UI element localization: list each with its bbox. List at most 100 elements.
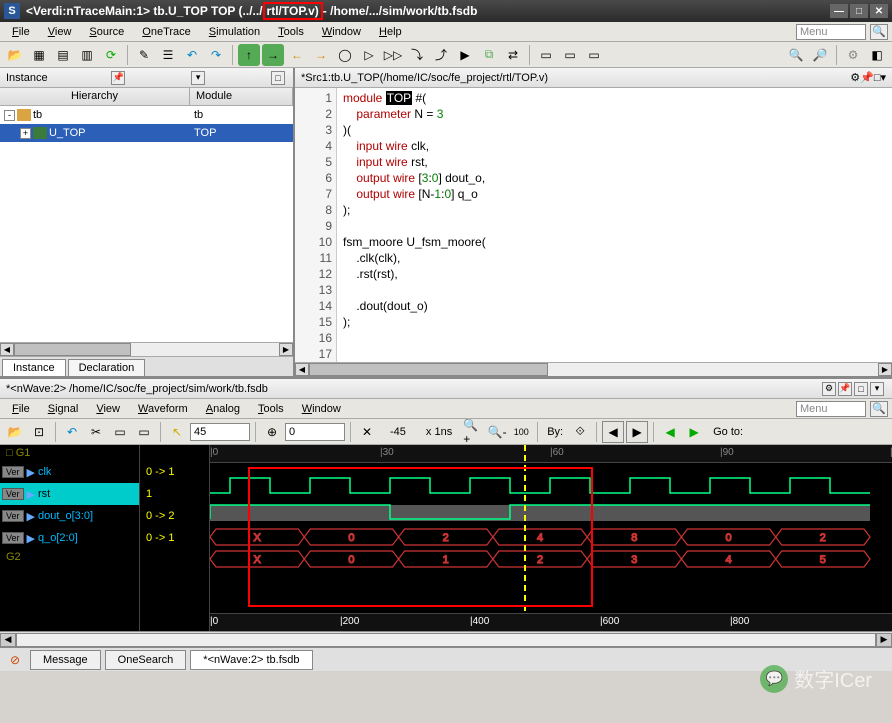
step-icon[interactable]: ▷▷ xyxy=(382,44,404,66)
prev-edge-icon[interactable]: ◀ xyxy=(602,421,624,443)
settings-icon[interactable]: ⚙ xyxy=(842,44,864,66)
wave-scroll-track[interactable] xyxy=(16,633,876,647)
module-icon[interactable]: ▭ xyxy=(535,44,557,66)
tab-declaration[interactable]: Declaration xyxy=(68,359,146,376)
play-icon[interactable]: ▷ xyxy=(358,44,380,66)
menu-tools[interactable]: Tools xyxy=(270,24,312,40)
prev-change-icon[interactable]: ◀ xyxy=(659,421,681,443)
wave-scroll-left-icon[interactable]: ◀ xyxy=(0,633,16,647)
menu-help[interactable]: Help xyxy=(371,24,410,40)
undo-icon[interactable]: ↶ xyxy=(181,44,203,66)
step-over-icon[interactable]: ⤵ xyxy=(406,44,428,66)
src-hscroll[interactable]: ◀ ▶ xyxy=(295,362,892,376)
next-edge-icon[interactable]: ▶ xyxy=(626,421,648,443)
bottom-tab-0[interactable]: Message xyxy=(30,650,101,670)
source-body[interactable]: 1234567891011121314151617 module TOP #( … xyxy=(295,88,892,362)
nw-copy-icon[interactable]: ▭ xyxy=(109,421,131,443)
by-mode-icon[interactable]: ⟐ xyxy=(569,421,591,443)
nw-marker-icon[interactable]: ⊕ xyxy=(261,421,283,443)
tree-row-tb[interactable]: - tb tb xyxy=(0,106,293,124)
src-max-icon[interactable]: □ xyxy=(874,72,881,84)
run-icon[interactable]: ▶ xyxy=(454,44,476,66)
edit-icon[interactable]: ✎ xyxy=(133,44,155,66)
nw-undo-icon[interactable]: ↶ xyxy=(61,421,83,443)
nw-save-icon[interactable]: ⊡ xyxy=(28,421,50,443)
nwave-menu-tools[interactable]: Tools xyxy=(250,401,292,417)
redo-icon[interactable]: ↷ xyxy=(205,44,227,66)
signal-clk[interactable]: Ver▶ clk xyxy=(0,461,139,483)
help-icon[interactable]: ◧ xyxy=(866,44,888,66)
layout2-icon[interactable]: ▤ xyxy=(52,44,74,66)
nwave-menu-window[interactable]: Window xyxy=(294,401,349,417)
filter-icon[interactable]: ▾ xyxy=(191,71,205,85)
src-scroll-right-icon[interactable]: ▶ xyxy=(878,363,892,376)
nav-next-icon[interactable]: → xyxy=(262,44,284,66)
src-pin-icon[interactable]: 📌 xyxy=(860,71,874,84)
step-out-icon[interactable]: ⤴ xyxy=(430,44,452,66)
signal-dout-o-3-0-[interactable]: Ver▶ dout_o[3:0] xyxy=(0,505,139,527)
col-hierarchy[interactable]: Hierarchy xyxy=(0,88,190,105)
wave-icon[interactable]: ⧉ xyxy=(478,44,500,66)
scroll-left-icon[interactable]: ◀ xyxy=(0,343,14,356)
nav-up-icon[interactable]: ↑ xyxy=(238,44,260,66)
minimize-button[interactable]: — xyxy=(830,4,848,18)
forward-icon[interactable]: → xyxy=(310,44,332,66)
scroll-thumb[interactable] xyxy=(14,343,131,356)
nw-delta-icon[interactable]: ✕ xyxy=(356,421,378,443)
search-icon[interactable]: 🔍 xyxy=(785,44,807,66)
signal-column[interactable]: □ G1 Ver▶ clkVer▶ rstVer▶ dout_o[3:0]Ver… xyxy=(0,445,140,631)
menu-simulation[interactable]: Simulation xyxy=(201,24,268,40)
nwave-menu-analog[interactable]: Analog xyxy=(198,401,248,417)
wave-hscroll[interactable]: ◀ ▶ xyxy=(0,631,892,647)
refresh-icon[interactable]: ⟳ xyxy=(100,44,122,66)
menu-search-icon[interactable]: 🔍 xyxy=(870,24,888,40)
nwave-dropdown-icon[interactable]: ▾ xyxy=(870,382,884,396)
marker-time-input[interactable] xyxy=(285,423,345,441)
nw-paste-icon[interactable]: ▭ xyxy=(133,421,155,443)
bottom-ruler[interactable]: |0|200|400|600|800 xyxy=(210,613,892,631)
nwave-menu-view[interactable]: View xyxy=(88,401,128,417)
menu-file[interactable]: File xyxy=(4,24,38,40)
nw-cursor-icon[interactable]: ↖ xyxy=(166,421,188,443)
menu-search[interactable]: Menu xyxy=(796,24,866,40)
tree-body[interactable]: - tb tb + U_TOP TOP xyxy=(0,106,293,342)
time-cursor[interactable] xyxy=(524,445,526,631)
src-reload-icon[interactable]: ⚙ xyxy=(850,71,860,84)
stop-icon[interactable]: ◯ xyxy=(334,44,356,66)
layout1-icon[interactable]: ▦ xyxy=(28,44,50,66)
open-icon[interactable]: 📂 xyxy=(4,44,26,66)
nw-cut-icon[interactable]: ✂ xyxy=(85,421,107,443)
nwave-menu-search[interactable]: Menu xyxy=(796,401,866,417)
maximize-button[interactable]: □ xyxy=(850,4,868,18)
tree-hscroll[interactable]: ◀ ▶ xyxy=(0,342,293,356)
col-module[interactable]: Module xyxy=(190,88,293,105)
nwave-menu-file[interactable]: File xyxy=(4,401,38,417)
nwave-menu-search-icon[interactable]: 🔍 xyxy=(870,401,888,417)
stop-sign-icon[interactable]: ⊘ xyxy=(4,649,26,671)
time-ruler[interactable]: |0|30|60|90|120 xyxy=(210,445,892,463)
menu-view[interactable]: View xyxy=(40,24,80,40)
group-header[interactable]: □ G1 xyxy=(0,445,139,461)
pin-icon[interactable]: 📌 xyxy=(111,71,125,85)
nw-open-icon[interactable]: 📂 xyxy=(4,421,26,443)
nwave-reload-icon[interactable]: ⚙ xyxy=(822,382,836,396)
nwave-max-icon[interactable]: □ xyxy=(854,382,868,396)
menu-source[interactable]: Source xyxy=(81,24,132,40)
zoom-out-icon[interactable]: 🔍- xyxy=(486,421,508,443)
code-area[interactable]: module TOP #( parameter N = 3 )( input w… xyxy=(337,88,892,362)
close-button[interactable]: ✕ xyxy=(870,4,888,18)
expander-icon[interactable]: - xyxy=(4,110,15,121)
src-scroll-left-icon[interactable]: ◀ xyxy=(295,363,309,376)
nwave-menu-signal[interactable]: Signal xyxy=(40,401,87,417)
scroll-right-icon[interactable]: ▶ xyxy=(279,343,293,356)
wave-canvas[interactable]: |0|30|60|90|120 X024802 X012345 |0|200|4… xyxy=(210,445,892,631)
zoom-fit-icon[interactable]: 100 xyxy=(510,421,532,443)
nwave-pin-icon[interactable]: 📌 xyxy=(838,382,852,396)
signal-rst[interactable]: Ver▶ rst xyxy=(0,483,139,505)
zoom-in-icon[interactable]: 🔍+ xyxy=(462,421,484,443)
maximize-pane-icon[interactable]: □ xyxy=(271,71,285,85)
src-close-icon[interactable]: ▾ xyxy=(880,71,886,84)
menu-window[interactable]: Window xyxy=(314,24,369,40)
signal-icon[interactable]: ▭ xyxy=(559,44,581,66)
group2-header[interactable]: G2 xyxy=(0,549,139,565)
